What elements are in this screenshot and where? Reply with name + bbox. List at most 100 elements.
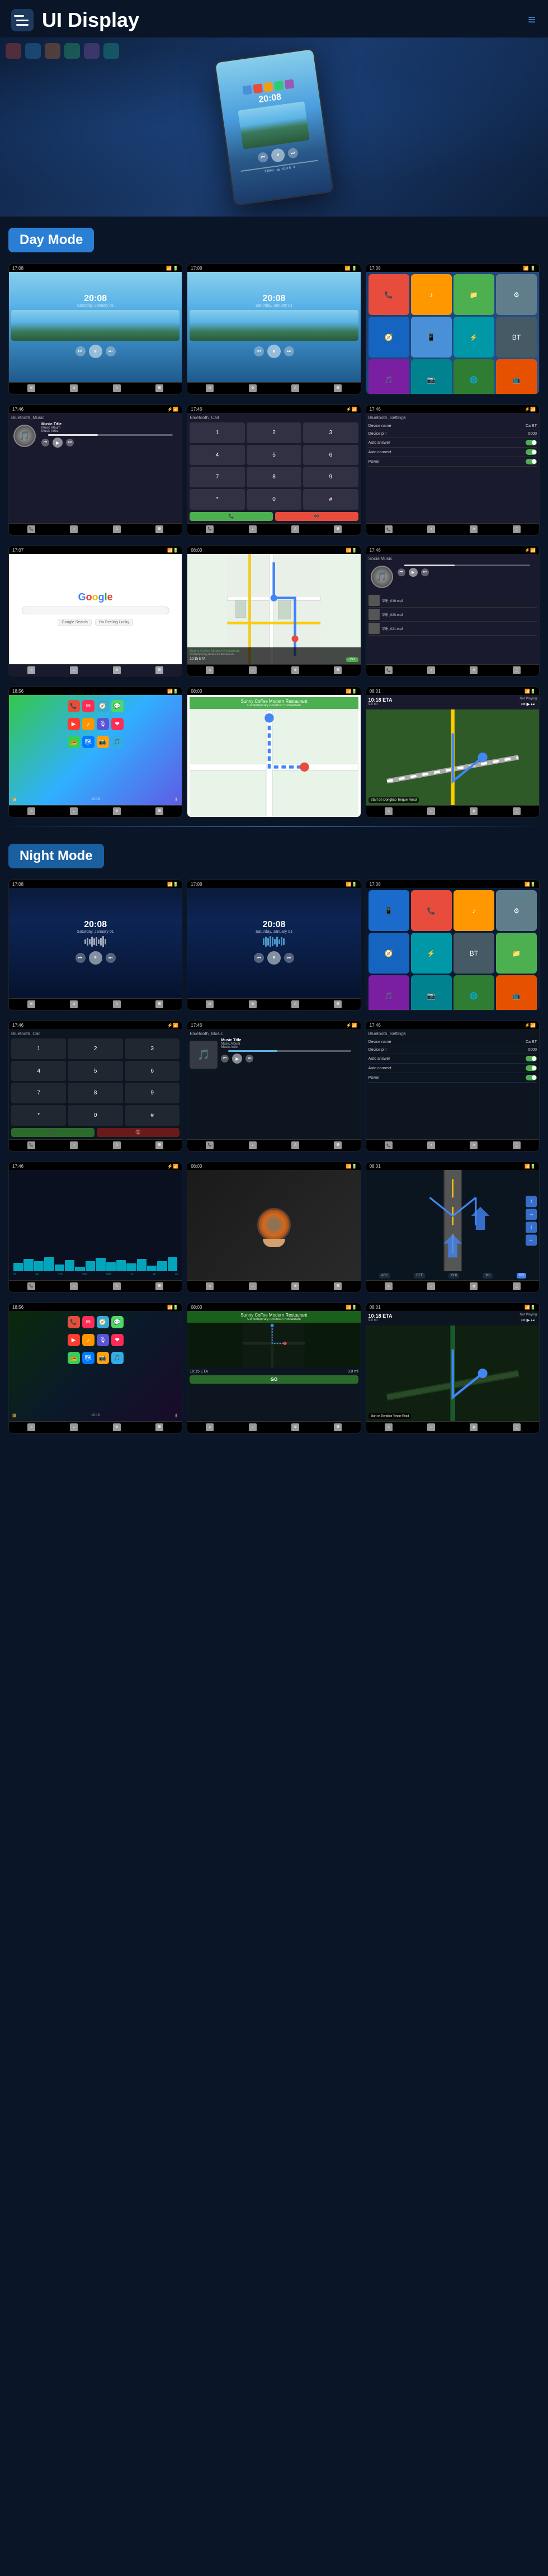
night-dial-7[interactable]: 7 [11,1083,66,1103]
night-nav-2c[interactable]: A [291,1000,299,1008]
night-ios-5[interactable]: ❤ [111,1334,124,1346]
dial-0[interactable]: 0 [247,489,301,510]
app-6[interactable]: 🌐 [453,359,494,394]
google-search-bar[interactable] [22,607,169,614]
night-ios-6[interactable]: 📻 [68,1352,80,1364]
nav-music-2[interactable]: ♪ [249,525,257,533]
bt-next[interactable]: ⏭ [66,439,74,446]
play-btn-2[interactable]: ⏸ [267,345,281,358]
social-next[interactable]: ⏭ [421,568,429,576]
dial-9[interactable]: 9 [303,467,358,487]
nav-down[interactable]: ↓ [526,1221,537,1233]
night-settings-nav-1[interactable]: 📞 [385,1141,393,1149]
dial-4[interactable]: 4 [190,445,244,466]
goog-nav-2[interactable]: ← [70,666,78,674]
dial-6[interactable]: 6 [303,445,358,466]
night-app-2[interactable]: ⚡ [411,933,452,974]
dial-5[interactable]: 5 [247,445,301,466]
night-food-nav-1[interactable]: ⌂ [206,1282,214,1290]
ios-app-phone[interactable]: 📞 [68,700,80,712]
dial-1[interactable]: 1 [190,422,244,443]
np-next[interactable]: ⏭ [531,702,535,707]
social-prev[interactable]: ⏮ [398,568,405,576]
night-go-btn[interactable]: GO [190,1375,358,1384]
email-icon[interactable]: ✉ [27,384,35,392]
night-food-nav-3[interactable]: ⚙ [291,1282,299,1290]
hero-prev-btn[interactable]: ⏮ [257,152,268,163]
nav-btn-2[interactable]: ← [427,807,435,815]
dial-8[interactable]: 8 [247,467,301,487]
ios-app-9[interactable]: 🎵 [111,736,124,748]
night-music-nav-3[interactable]: A [291,1141,299,1149]
map-nav-2[interactable]: ← [249,666,257,674]
night-dial-8[interactable]: 8 [68,1083,122,1103]
app-phone[interactable]: 📞 [369,274,409,315]
nav-left[interactable]: ← [526,1234,537,1245]
night-music-nav-1[interactable]: 📞 [206,1141,214,1149]
hero-next-btn[interactable]: ⏭ [287,147,299,158]
night-dial-4[interactable]: 4 [11,1061,66,1082]
app-settings[interactable]: ⚙ [496,274,537,315]
google-search-btn[interactable]: Google Search [58,619,92,626]
night-auto-answer-toggle[interactable] [526,1056,537,1061]
settings-icon-2[interactable]: ⚙ [249,384,257,392]
bt-prev[interactable]: ⏮ [41,439,49,446]
dial-hash[interactable]: # [303,489,358,510]
night-call-nav-2[interactable]: ♪ [70,1141,78,1149]
night-dial-star[interactable]: * [11,1105,66,1126]
night-nav-2b[interactable]: ⚙ [249,1000,257,1008]
dial-star[interactable]: * [190,489,244,510]
night-rest-nav-1[interactable]: ⌂ [206,1423,214,1431]
night-app-phone[interactable]: 📞 [411,890,452,931]
night-eq-nav-4[interactable]: ☰ [155,1282,163,1290]
next-btn-2[interactable]: ⏭ [284,346,294,356]
app-3[interactable]: BT [496,317,537,358]
social-nav-3[interactable]: A [470,666,478,674]
auto-answer-toggle[interactable] [526,440,537,445]
night-play-2[interactable]: ⏸ [267,951,281,965]
nav-menu[interactable]: ☰ [155,525,163,533]
night-settings-nav-3[interactable]: A [470,1141,478,1149]
app-7[interactable]: 📺 [496,359,537,394]
goog-nav-3[interactable]: ⚙ [113,666,121,674]
menu-nav-icon-2[interactable]: ☰ [334,384,342,392]
nav-phone-2[interactable]: 📞 [206,525,214,533]
prev-btn-2[interactable]: ⏮ [254,346,264,356]
night-app-settings[interactable]: ⚙ [496,890,537,931]
goog-nav-4[interactable]: ☰ [155,666,163,674]
nav-auto[interactable]: A [113,525,121,533]
night-food-nav-2[interactable]: ← [249,1282,257,1290]
night-bt-prev[interactable]: ⏮ [221,1055,229,1063]
night-bt-next[interactable]: ⏭ [245,1055,253,1063]
ios-app-7[interactable]: 🗺 [82,736,95,748]
map-nav-1[interactable]: ⌂ [206,666,214,674]
night-dial-1[interactable]: 1 [11,1038,66,1059]
app-5[interactable]: 📷 [411,359,452,394]
night-app-nav[interactable]: 🧭 [369,933,409,974]
night-end-btn[interactable]: 📵 [97,1128,180,1137]
night-rest-nav-3[interactable]: ⚙ [291,1423,299,1431]
nr-btn-4[interactable]: JKL [483,1273,493,1278]
dial-2[interactable]: 2 [247,422,301,443]
go-btn[interactable]: GO [346,657,358,662]
night-next-1[interactable]: ⏭ [106,953,116,963]
end-btn[interactable]: 📵 [275,512,358,521]
night-prev-1[interactable]: ⏮ [75,953,86,963]
settings-icon[interactable]: ⚙ [70,384,78,392]
night-app-6[interactable]: 🌐 [453,975,494,1010]
night-answer-btn[interactable]: 📞 [11,1128,95,1137]
night-app-1[interactable]: 📱 [369,890,409,931]
night-nav-1a[interactable]: ✉ [27,1000,35,1008]
nav-up[interactable]: ↑ [526,1196,537,1207]
nav-music-3[interactable]: ♪ [427,525,435,533]
menu-icon[interactable] [11,9,34,31]
night-eq-nav-3[interactable]: A [113,1282,121,1290]
night-dial-2[interactable]: 2 [68,1038,122,1059]
night-ios-8[interactable]: 📸 [97,1352,109,1364]
nav-music[interactable]: ♪ [70,525,78,533]
email-icon-2[interactable]: ✉ [206,384,214,392]
social-nav-4[interactable]: ☰ [513,666,521,674]
night-settings-nav-4[interactable]: ☰ [513,1141,521,1149]
app-nav[interactable]: 🧭 [369,317,409,358]
night-rest-nav-2[interactable]: ← [249,1423,257,1431]
